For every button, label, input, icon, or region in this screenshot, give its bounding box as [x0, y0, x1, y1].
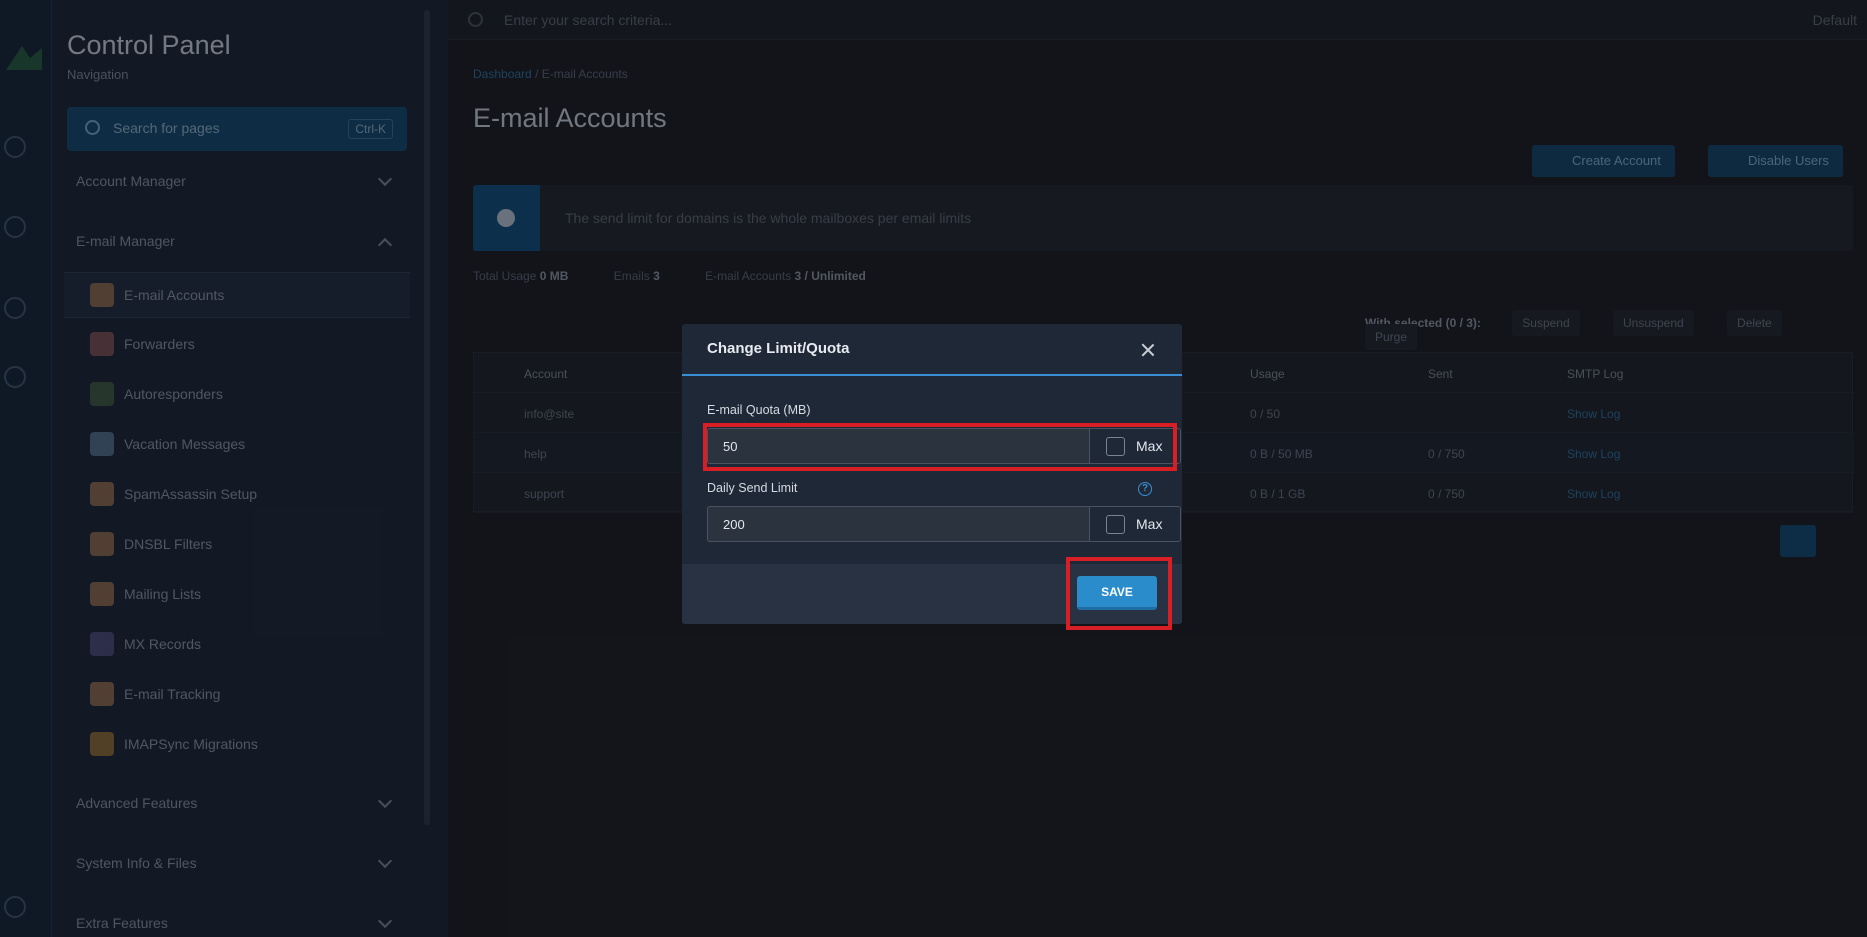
- dialog-header: Change Limit/Quota: [682, 324, 1182, 376]
- daily-send-limit-label: Daily Send Limit: [707, 481, 798, 495]
- send-max-label: Max: [1136, 516, 1163, 532]
- daily-send-limit-group: Max: [707, 506, 1181, 542]
- dialog-title: Change Limit/Quota: [707, 340, 850, 357]
- send-max-toggle[interactable]: Max: [1089, 506, 1181, 542]
- close-icon[interactable]: [1138, 340, 1158, 360]
- send-max-checkbox[interactable]: [1106, 515, 1125, 534]
- highlight-save-button: [1066, 557, 1172, 630]
- highlight-quota-row: [703, 423, 1177, 471]
- email-quota-label: E-mail Quota (MB): [707, 403, 811, 417]
- help-icon[interactable]: ?: [1138, 482, 1152, 496]
- daily-send-limit-input[interactable]: [707, 506, 1089, 542]
